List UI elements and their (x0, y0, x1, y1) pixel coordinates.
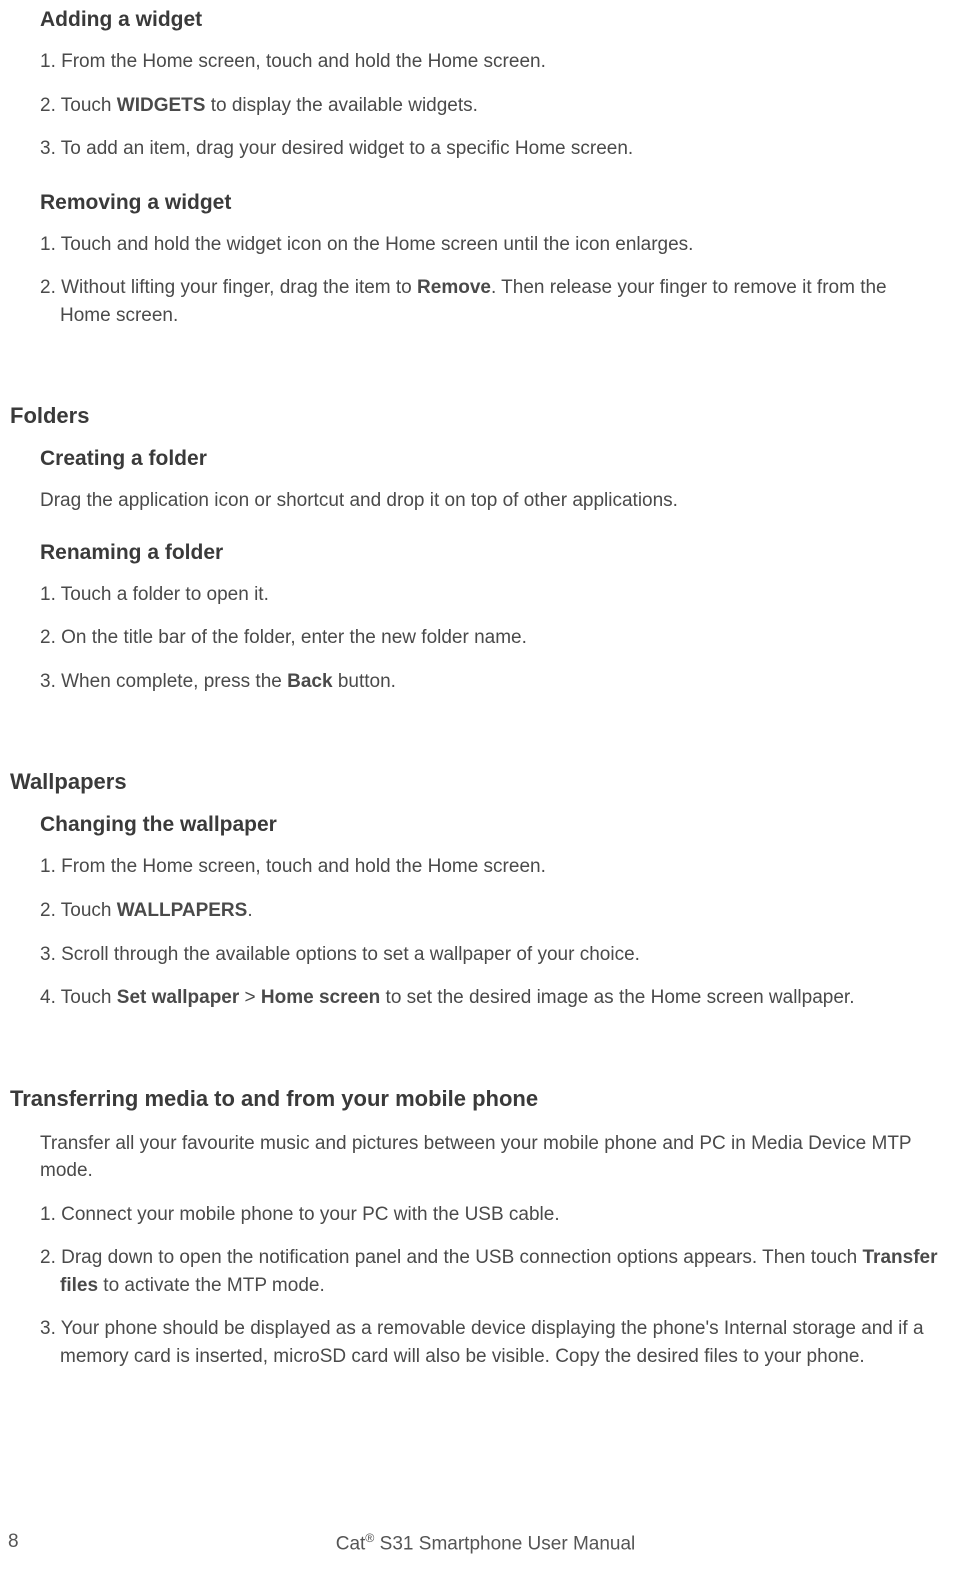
step: 1. Touch a folder to open it. (40, 581, 941, 609)
page-footer: 8 Cat® S31 Smartphone User Manual (0, 1531, 971, 1555)
step-text: to set the desired image as the Home scr… (380, 987, 854, 1008)
step: 2. Touch WIDGETS to display the availabl… (40, 92, 941, 120)
heading-adding-widget: Adding a widget (40, 8, 941, 32)
step-text: . (247, 900, 252, 921)
step: 2. Touch WALLPAPERS. (40, 897, 941, 925)
page-number: 8 (8, 1531, 19, 1553)
step-bold: WIDGETS (117, 95, 206, 116)
page-content: Adding a widget 1. From the Home screen,… (10, 8, 941, 1370)
heading-wallpapers: Wallpapers (10, 769, 941, 795)
step: 2. Without lifting your finger, drag the… (40, 274, 941, 329)
step: 4. Touch Set wallpaper > Home screen to … (40, 984, 941, 1012)
step: 2. Drag down to open the notification pa… (40, 1244, 941, 1299)
heading-renaming-folder: Renaming a folder (40, 541, 941, 565)
step-text: 2. Touch (40, 95, 117, 116)
step-bold: Remove (417, 277, 491, 298)
step: 2. On the title bar of the folder, enter… (40, 624, 941, 652)
step-text: to activate the MTP mode. (98, 1275, 325, 1296)
step-text: to display the available widgets. (205, 95, 478, 116)
step: 3. To add an item, drag your desired wid… (40, 135, 941, 163)
step-bold: Back (287, 671, 332, 692)
paragraph: Transfer all your favourite music and pi… (40, 1130, 941, 1185)
footer-text: S31 Smartphone User Manual (374, 1533, 635, 1554)
step: 3. Your phone should be displayed as a r… (40, 1315, 941, 1370)
heading-transferring-media: Transferring media to and from your mobi… (10, 1086, 941, 1112)
step-bold: WALLPAPERS (117, 900, 248, 921)
step-text: 4. Touch (40, 987, 117, 1008)
step-text: > (239, 987, 261, 1008)
step-bold: Home screen (261, 987, 380, 1008)
footer-title: Cat® S31 Smartphone User Manual (0, 1531, 971, 1555)
heading-folders: Folders (10, 403, 941, 429)
step: 3. Scroll through the available options … (40, 941, 941, 969)
step-text: 2. Drag down to open the notification pa… (40, 1247, 863, 1268)
step-text: 3. When complete, press the (40, 671, 287, 692)
step: 1. Connect your mobile phone to your PC … (40, 1201, 941, 1229)
step: 3. When complete, press the Back button. (40, 668, 941, 696)
step-text: button. (333, 671, 396, 692)
heading-changing-wallpaper: Changing the wallpaper (40, 813, 941, 837)
heading-removing-widget: Removing a widget (40, 191, 941, 215)
heading-creating-folder: Creating a folder (40, 447, 941, 471)
step-bold: Set wallpaper (117, 987, 240, 1008)
footer-text: Cat (336, 1533, 366, 1554)
step: 1. Touch and hold the widget icon on the… (40, 231, 941, 259)
step-text: 2. Without lifting your finger, drag the… (40, 277, 417, 298)
step: 1. From the Home screen, touch and hold … (40, 853, 941, 881)
paragraph: Drag the application icon or shortcut an… (40, 487, 941, 515)
step: 1. From the Home screen, touch and hold … (40, 48, 941, 76)
step-text: 2. Touch (40, 900, 117, 921)
